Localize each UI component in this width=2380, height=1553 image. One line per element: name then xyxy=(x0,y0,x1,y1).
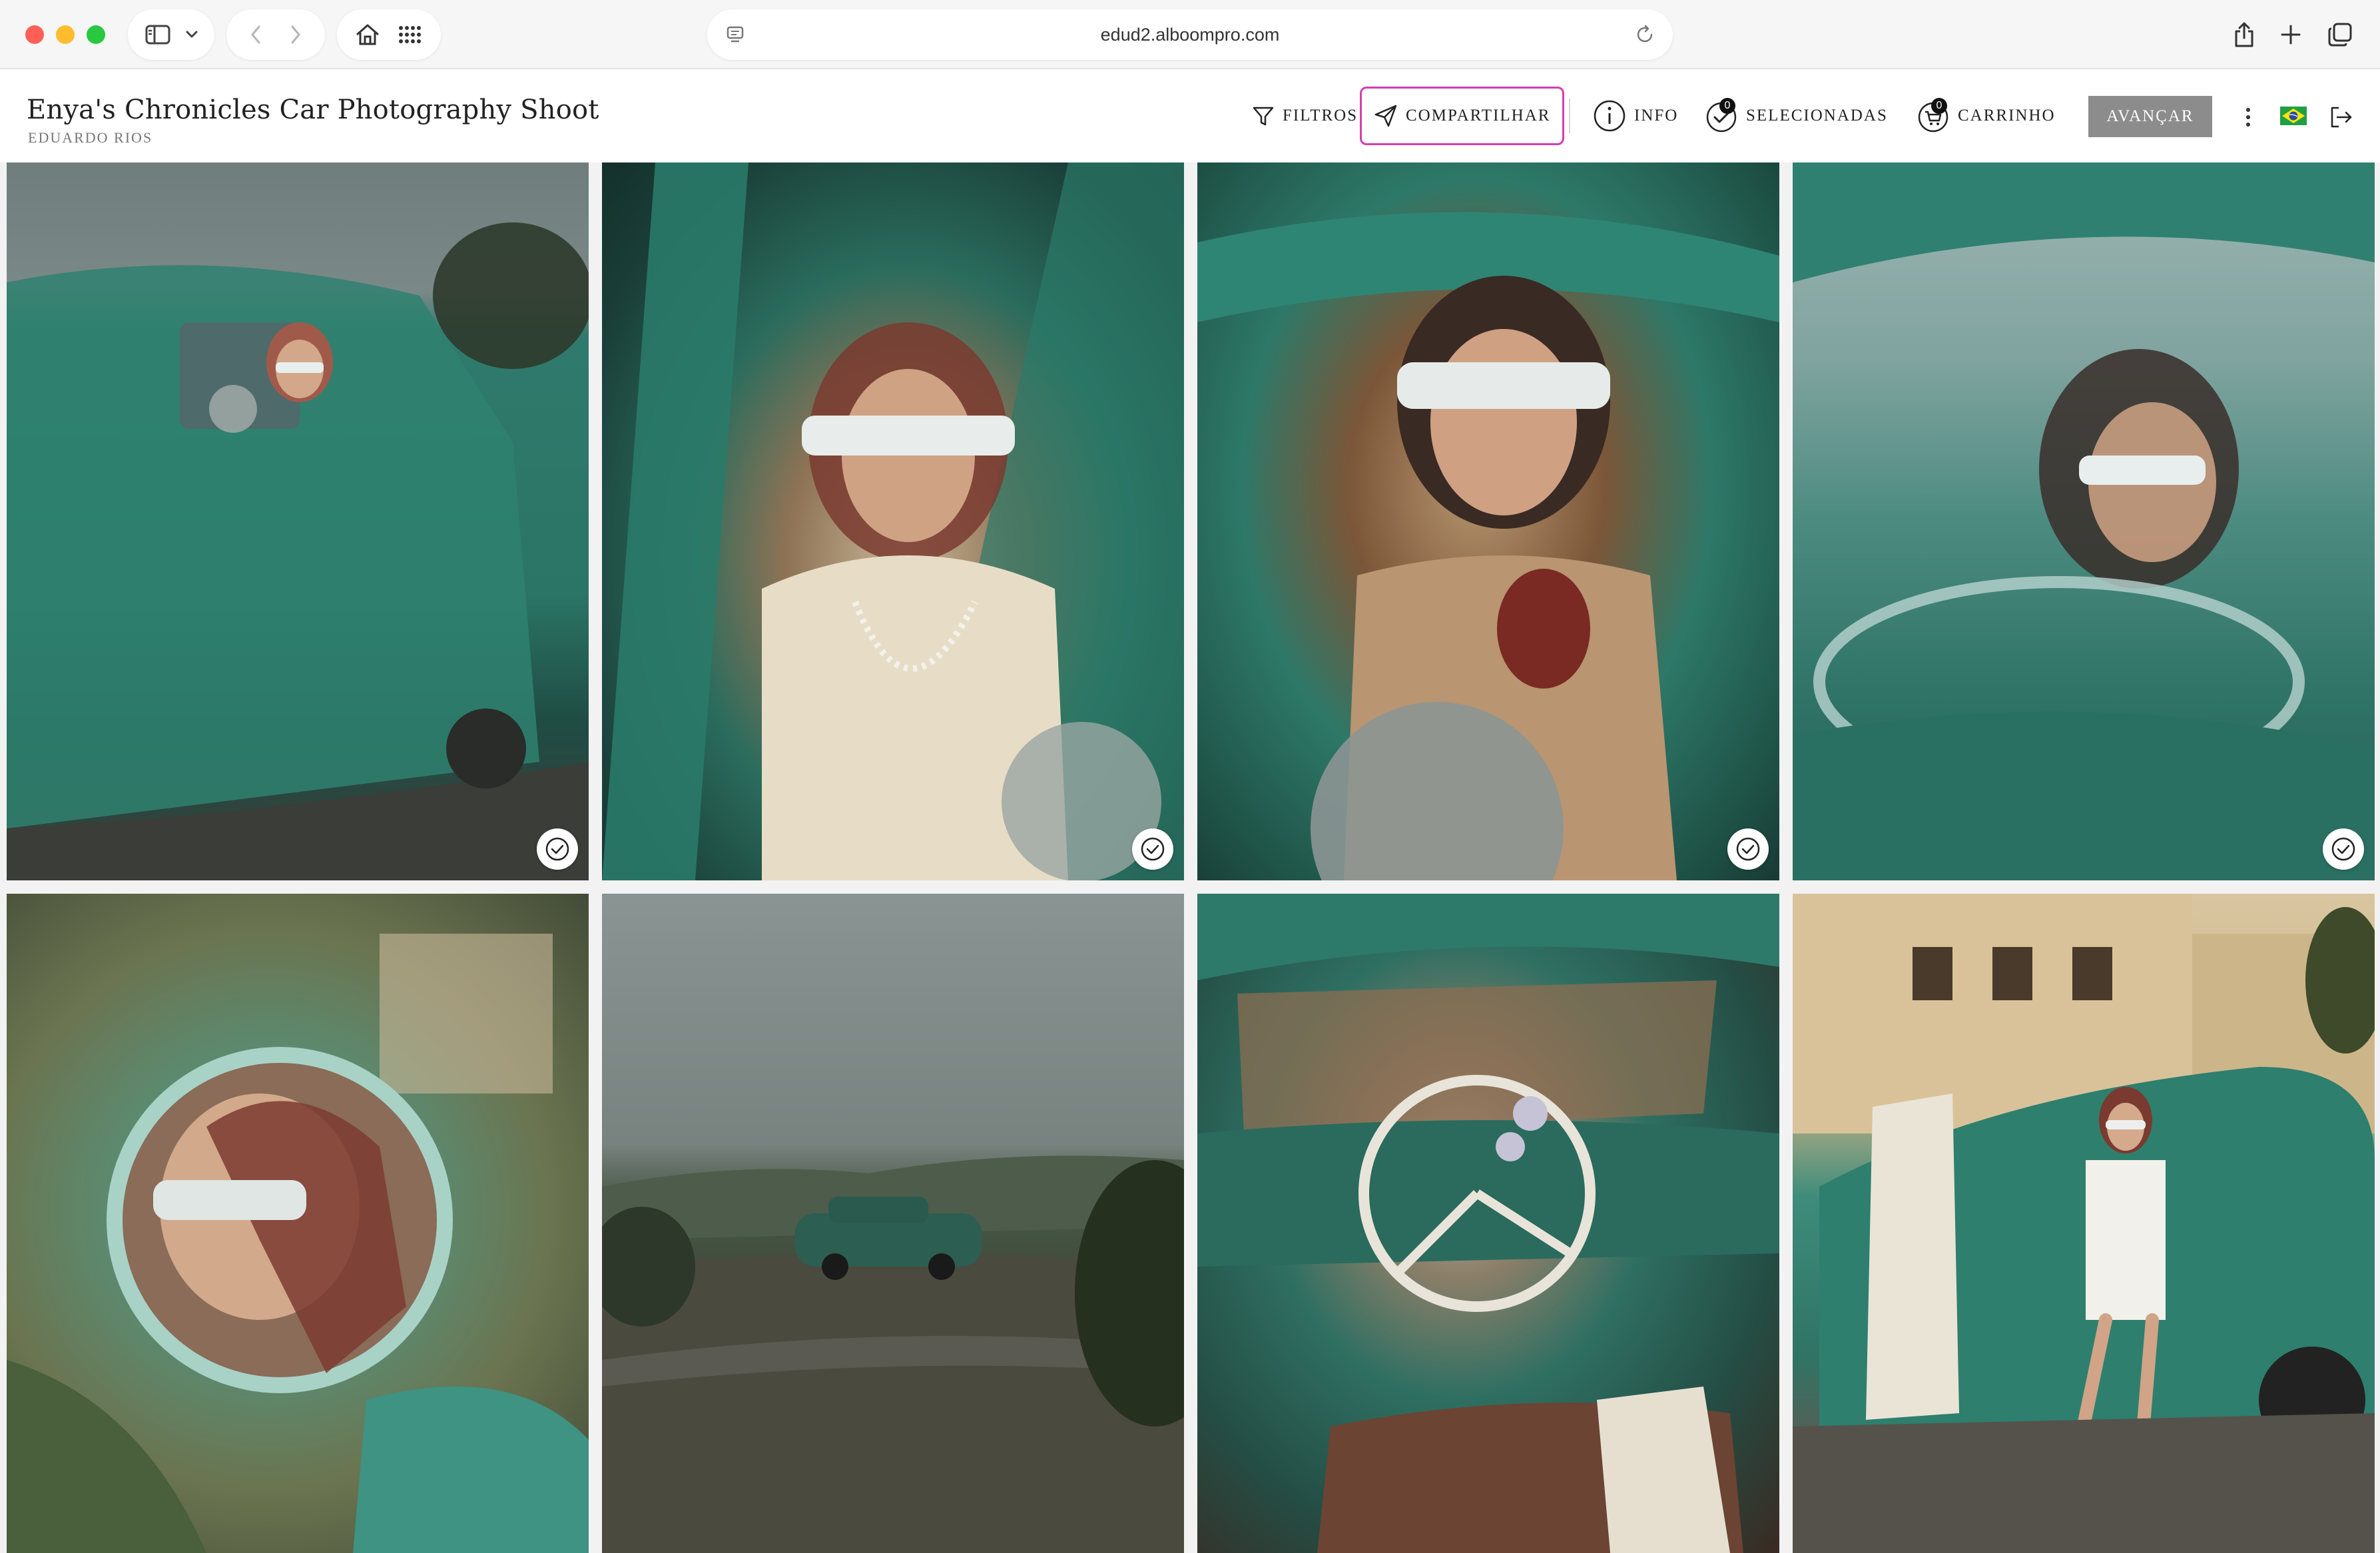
browser-toolbar: edud2.alboompro.com xyxy=(0,0,2380,69)
gallery-header: Enya's Chronicles Car Photography Shoot … xyxy=(0,69,2380,162)
check-circle-icon xyxy=(1736,837,1760,861)
more-vertical-icon xyxy=(2246,108,2250,127)
cart-count-badge: 0 xyxy=(1931,98,1947,114)
send-icon xyxy=(1374,105,1397,127)
sidebar-icon xyxy=(145,25,170,45)
photo-thumbnail[interactable] xyxy=(602,162,1184,880)
address-bar[interactable]: edud2.alboompro.com xyxy=(707,9,1673,60)
close-window-button[interactable] xyxy=(25,25,44,44)
photo-thumbnail[interactable] xyxy=(602,894,1184,1553)
sidebar-toggle-group xyxy=(128,9,214,60)
cart-button[interactable]: 0 CARRINHO xyxy=(1917,87,2056,145)
photo-scene xyxy=(1793,894,2375,1553)
advance-button[interactable]: AVANÇAR xyxy=(2088,96,2212,137)
info-icon xyxy=(1594,100,1626,132)
minimize-window-button[interactable] xyxy=(56,25,75,44)
selected-icon-wrap: 0 xyxy=(1705,98,1738,133)
photo-thumbnail[interactable] xyxy=(1197,894,1779,1553)
back-icon xyxy=(251,25,260,44)
chevron-down-icon xyxy=(186,31,197,38)
share-page-button[interactable] xyxy=(2224,15,2264,55)
check-circle-icon xyxy=(545,837,569,861)
info-button[interactable]: INFO xyxy=(1593,87,1678,145)
home-button[interactable] xyxy=(349,16,386,53)
selected-button[interactable]: 0 SELECIONADAS xyxy=(1705,87,1888,145)
photo-grid xyxy=(0,162,2380,1553)
home-apps-group xyxy=(337,9,441,60)
filters-button[interactable]: FILTROS xyxy=(1252,87,1358,145)
photo-scene xyxy=(7,934,589,1553)
logout-button[interactable] xyxy=(2327,103,2356,132)
select-photo-button[interactable] xyxy=(537,828,578,870)
share-button[interactable]: COMPARTILHAR xyxy=(1360,87,1565,145)
sidebar-menu-button[interactable] xyxy=(180,16,204,53)
tabs-icon xyxy=(2328,23,2352,47)
select-photo-button[interactable] xyxy=(1727,828,1769,870)
selected-count-badge: 0 xyxy=(1719,98,1735,114)
reload-icon[interactable] xyxy=(1634,24,1655,45)
cart-icon-wrap: 0 xyxy=(1917,98,1950,133)
photo-scene xyxy=(1197,894,1779,1553)
photo-thumbnail[interactable] xyxy=(1793,894,2375,1553)
new-tab-button[interactable] xyxy=(2271,15,2311,55)
photographer-name: EDUARDO RIOS xyxy=(28,129,153,146)
zoom-window-button[interactable] xyxy=(87,25,105,44)
history-nav-group xyxy=(226,9,325,60)
url-text: edud2.alboompro.com xyxy=(1100,25,1280,45)
forward-button[interactable] xyxy=(277,16,314,53)
filters-label: FILTROS xyxy=(1283,107,1358,125)
check-circle-icon xyxy=(1141,837,1165,861)
more-options-button[interactable] xyxy=(2235,103,2261,132)
photo-scene xyxy=(7,222,589,880)
forward-icon xyxy=(291,25,300,44)
toolbar-divider xyxy=(1569,99,1570,133)
share-label: COMPARTILHAR xyxy=(1406,107,1551,125)
sidebar-toggle-button[interactable] xyxy=(139,16,176,53)
tab-overview-button[interactable] xyxy=(2320,15,2360,55)
photo-thumbnail[interactable] xyxy=(1197,162,1779,880)
brazil-flag-icon[interactable] xyxy=(2280,107,2307,125)
photo-scene xyxy=(602,162,1184,880)
filter-icon xyxy=(1253,107,1274,126)
selected-label: SELECIONADAS xyxy=(1746,107,1888,125)
photo-thumbnail[interactable] xyxy=(7,894,589,1553)
photo-scene xyxy=(1793,162,2375,880)
gallery-title: Enya's Chronicles Car Photography Shoot xyxy=(27,95,599,125)
share-icon xyxy=(2235,22,2253,47)
photo-scene xyxy=(602,1155,1184,1553)
apps-button[interactable] xyxy=(392,16,429,53)
home-icon xyxy=(356,24,379,45)
photo-thumbnail[interactable] xyxy=(1793,162,2375,880)
check-circle-icon xyxy=(2331,837,2355,861)
info-label: INFO xyxy=(1634,107,1679,125)
photo-scene xyxy=(1197,212,1779,880)
plus-icon xyxy=(2281,25,2301,45)
cart-label: CARRINHO xyxy=(1958,107,2056,125)
select-photo-button[interactable] xyxy=(1132,828,1173,870)
photo-thumbnail[interactable] xyxy=(7,162,589,880)
grid-icon xyxy=(399,26,421,43)
select-photo-button[interactable] xyxy=(2323,828,2364,870)
logout-icon xyxy=(2331,107,2352,128)
back-button[interactable] xyxy=(237,16,274,53)
